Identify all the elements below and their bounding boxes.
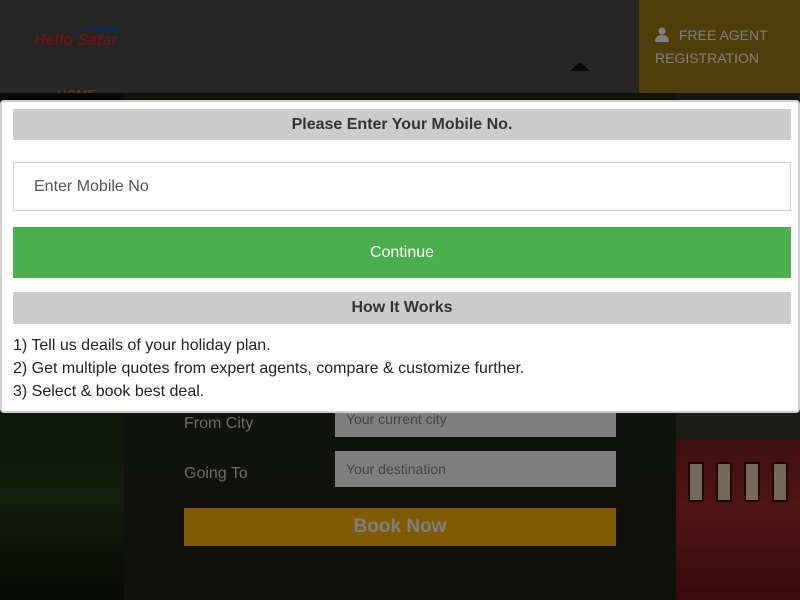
- step-item: 3) Select & book best deal.: [13, 383, 205, 400]
- mobile-number-input[interactable]: [13, 162, 791, 211]
- how-it-works-steps: 1) Tell us deails of your holiday plan. …: [13, 334, 791, 403]
- modal-title: Please Enter Your Mobile No.: [13, 109, 791, 140]
- mobile-number-modal: Please Enter Your Mobile No. Continue Ho…: [0, 100, 800, 413]
- continue-button[interactable]: Continue: [13, 227, 791, 278]
- how-it-works-title: How It Works: [13, 292, 791, 324]
- step-item: 2) Get multiple quotes from expert agent…: [13, 360, 525, 377]
- step-item: 1) Tell us deails of your holiday plan.: [13, 337, 271, 354]
